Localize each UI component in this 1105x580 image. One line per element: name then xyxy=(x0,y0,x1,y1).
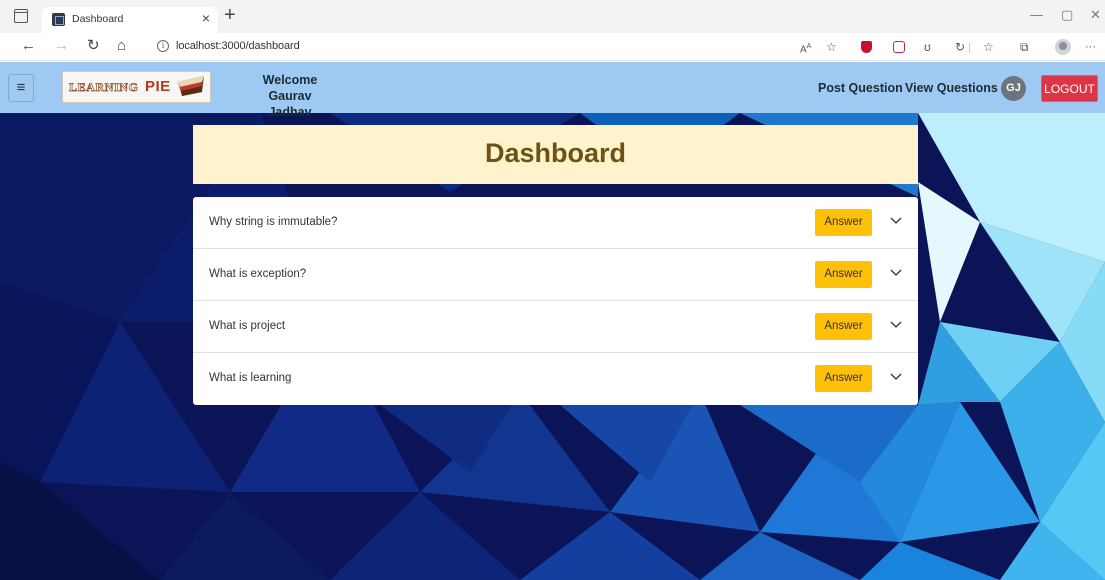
refresh-extension-icon[interactable]: ↻ xyxy=(955,40,965,54)
tab-actions-icon[interactable] xyxy=(14,9,28,23)
answer-button[interactable]: Answer xyxy=(815,261,872,288)
chevron-down-icon[interactable] xyxy=(890,216,902,226)
welcome-label: Welcome xyxy=(262,73,318,87)
chevron-down-icon[interactable] xyxy=(890,268,902,278)
new-tab-button[interactable]: + xyxy=(224,5,236,25)
question-text: What is learning xyxy=(209,372,292,384)
collections-icon[interactable]: ⧉ xyxy=(1020,40,1029,54)
page-viewport: ≡ LEARNING PIE Welcome Gaurav Jadhav Pos… xyxy=(0,62,1105,580)
ublock-extension-icon[interactable] xyxy=(861,41,872,53)
close-window-icon[interactable]: ✕ xyxy=(1090,8,1101,22)
chevron-down-icon[interactable] xyxy=(890,320,902,330)
back-icon[interactable]: ← xyxy=(21,38,36,54)
logo-text-pie: PIE xyxy=(145,78,171,95)
answer-button[interactable]: Answer xyxy=(815,365,872,392)
menu-toggle-button[interactable]: ≡ xyxy=(8,74,34,102)
question-list: Why string is immutable? Answer What is … xyxy=(193,197,918,405)
question-text: What is project xyxy=(209,320,286,332)
pie-slice-icon xyxy=(178,76,204,96)
welcome-message: Welcome Gaurav Jadhav xyxy=(250,72,330,120)
favorites-icon[interactable]: ☆ xyxy=(983,40,994,54)
app-header: ≡ LEARNING PIE Welcome Gaurav Jadhav Pos… xyxy=(0,62,1105,119)
extension-icon[interactable] xyxy=(893,41,905,53)
question-text: What is exception? xyxy=(209,268,307,280)
profile-avatar-icon[interactable] xyxy=(1055,39,1071,55)
browser-tab-bar: Dashboard × + — ▢ ✕ xyxy=(0,0,1105,33)
user-avatar[interactable]: GJ xyxy=(1001,76,1026,101)
url-field[interactable]: localhost:3000/dashboard xyxy=(176,40,300,52)
answer-button[interactable]: Answer xyxy=(815,313,872,340)
favicon-icon xyxy=(52,13,65,26)
question-item[interactable]: What is exception? Answer xyxy=(193,249,918,301)
reload-icon[interactable]: ↻ xyxy=(87,38,100,54)
question-item[interactable]: What is learning Answer xyxy=(193,353,918,405)
tab-title: Dashboard xyxy=(72,13,124,25)
logo-text-learning: LEARNING xyxy=(69,80,139,95)
answer-button[interactable]: Answer xyxy=(815,209,872,236)
minimize-icon[interactable]: — xyxy=(1030,8,1043,22)
pocket-extension-icon[interactable]: ʊ xyxy=(924,40,931,54)
user-name: Gaurav Jadhav xyxy=(268,89,312,119)
question-item[interactable]: Why string is immutable? Answer xyxy=(193,197,918,249)
question-item[interactable]: What is project Answer xyxy=(193,301,918,353)
page-title: Dashboard xyxy=(484,138,627,168)
chevron-down-icon[interactable] xyxy=(890,372,902,382)
more-menu-icon[interactable]: ··· xyxy=(1085,40,1096,54)
learning-pie-logo[interactable]: LEARNING PIE xyxy=(62,71,211,103)
post-question-link[interactable]: Post Question xyxy=(818,81,903,95)
question-text: Why string is immutable? xyxy=(209,216,338,228)
restore-icon[interactable]: ▢ xyxy=(1061,8,1073,22)
logout-button[interactable]: LOGOUT xyxy=(1041,75,1098,102)
toolbar-divider: | xyxy=(968,40,972,54)
browser-tab-dashboard[interactable]: Dashboard × xyxy=(42,7,218,33)
favorite-star-icon[interactable]: ☆ xyxy=(826,40,837,54)
view-questions-link[interactable]: View Questions xyxy=(905,81,998,95)
home-icon[interactable]: ⌂ xyxy=(117,38,126,54)
site-info-icon[interactable]: i xyxy=(157,40,169,52)
address-bar: ← → ↻ ⌂ i localhost:3000/dashboard AA ☆ … xyxy=(0,33,1105,61)
tab-close-icon[interactable]: × xyxy=(202,11,210,25)
dashboard-title-card: Dashboard xyxy=(193,125,918,184)
forward-icon[interactable]: → xyxy=(54,38,69,54)
read-aloud-icon[interactable]: AA xyxy=(800,40,811,57)
